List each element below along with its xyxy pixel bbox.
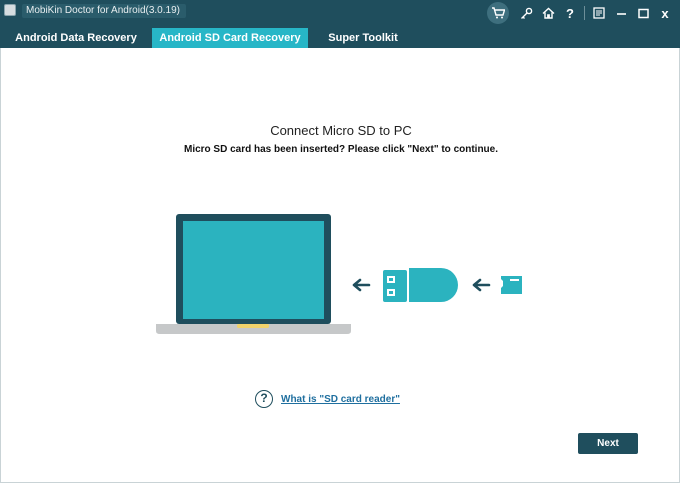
maximize-icon[interactable]	[632, 2, 654, 24]
tab-android-sd-card-recovery[interactable]: Android SD Card Recovery	[152, 28, 308, 48]
app-title: MobiKin Doctor for Android(3.0.19)	[22, 4, 186, 18]
main-content: Connect Micro SD to PC Micro SD card has…	[0, 48, 680, 483]
toolbar-separator	[584, 6, 585, 20]
close-icon[interactable]: x	[654, 2, 676, 24]
sd-card-reader-link[interactable]: What is "SD card reader"	[281, 394, 400, 405]
arrow-left-icon-2	[472, 278, 491, 292]
title-bar: MobiKin Doctor for Android(3.0.19) ? x A…	[0, 0, 680, 48]
minimize-icon[interactable]	[610, 2, 632, 24]
feedback-icon[interactable]	[588, 2, 610, 24]
page-title: Connect Micro SD to PC	[270, 123, 412, 138]
tab-android-data-recovery[interactable]: Android Data Recovery	[0, 28, 152, 48]
cart-icon[interactable]	[487, 2, 509, 24]
app-logo-icon	[4, 4, 16, 16]
tab-bar: Android Data Recovery Android SD Card Re…	[0, 28, 418, 48]
arrow-left-icon	[352, 278, 371, 292]
question-circle-icon[interactable]: ?	[255, 390, 273, 408]
home-icon[interactable]	[537, 2, 559, 24]
connection-illustration	[156, 214, 522, 334]
help-icon[interactable]: ?	[559, 2, 581, 24]
laptop-illustration	[156, 214, 351, 334]
sd-card-reader-help: ? What is "SD card reader"	[255, 390, 400, 408]
card-reader-illustration	[383, 268, 458, 302]
next-button[interactable]: Next	[578, 433, 638, 454]
page-instruction: Micro SD card has been inserted? Please …	[183, 144, 499, 155]
window-controls: ? x	[487, 2, 676, 24]
tab-super-toolkit[interactable]: Super Toolkit	[308, 28, 418, 48]
micro-sd-card-illustration	[501, 276, 522, 294]
key-icon[interactable]	[515, 2, 537, 24]
